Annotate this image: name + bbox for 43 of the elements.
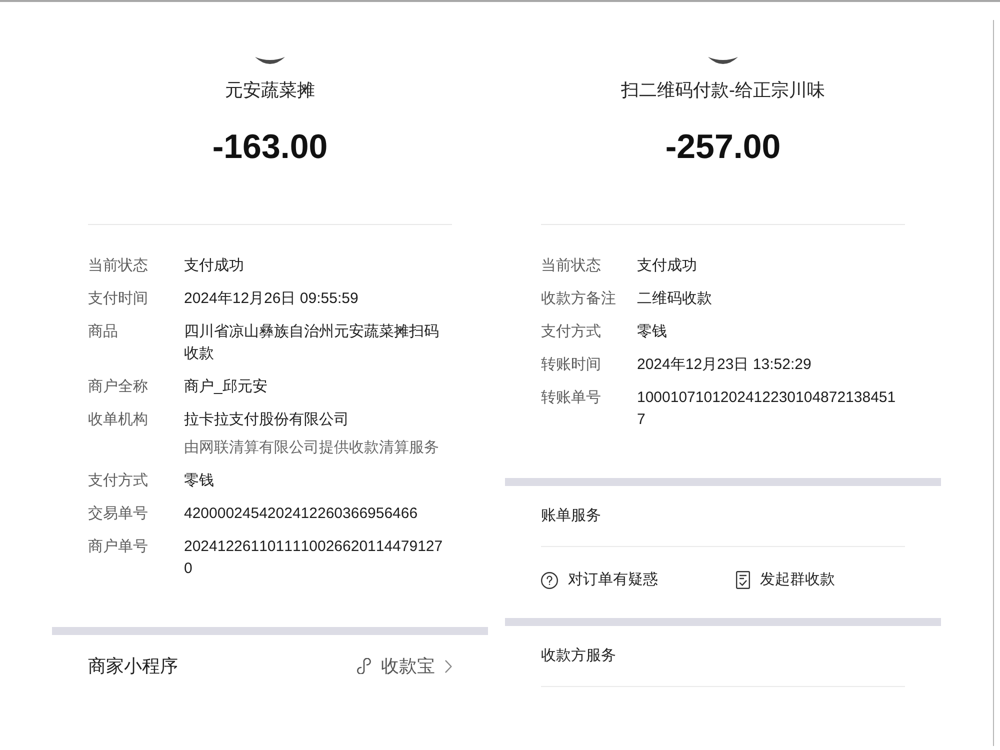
section-title: 收款方服务 (541, 646, 616, 666)
detail-value: 零钱 (184, 471, 214, 491)
detail-label: 收单机构 (88, 410, 148, 430)
detail-value: 四川省凉山彝族自治州元安蔬菜摊扫码收款 (184, 322, 440, 364)
amount: -257.00 (665, 127, 781, 167)
detail-label: 商品 (88, 322, 118, 342)
detail-label: 收款方备注 (541, 289, 616, 309)
detail-label: 交易单号 (88, 504, 148, 524)
crescent-icon (708, 57, 738, 64)
detail-value: 支付成功 (637, 256, 697, 276)
action-button[interactable]: 发起群收款 (736, 568, 835, 592)
detail-value: 2024年12月26日 09:55:59 (184, 289, 358, 309)
mini-program-link[interactable]: 收款宝 (357, 654, 452, 678)
detail-label: 支付时间 (88, 289, 148, 309)
section-title: 账单服务 (541, 506, 601, 526)
detail-value: 零钱 (637, 322, 667, 342)
detail-label: 支付方式 (88, 471, 148, 491)
detail-value: 10001071012024122301048721384517 (637, 388, 897, 430)
payee-title: 扫二维码付款-给正宗川味 (621, 79, 825, 102)
detail-value: 拉卡拉支付股份有限公司 (184, 410, 349, 430)
action-button[interactable]: 对订单有疑惑 (541, 568, 658, 592)
detail-value: 商户_邱元安 (184, 377, 268, 397)
section-title: 商家小程序 (88, 655, 178, 678)
detail-label: 当前状态 (88, 256, 148, 276)
chevron-right-icon (445, 660, 452, 672)
detail-label: 商户单号 (88, 537, 148, 557)
detail-label: 转账单号 (541, 388, 601, 408)
detail-value: 二维码收款 (637, 289, 712, 309)
amount: -163.00 (212, 127, 328, 167)
detail-value: 4200002454202412260366956466 (184, 504, 418, 524)
detail-note: 由网联清算有限公司提供收款清算服务 (184, 438, 439, 458)
detail-value: 20241226110111100266201144791270 (184, 537, 444, 579)
payee-title: 元安蔬菜摊 (225, 79, 315, 102)
s-loop-icon (357, 658, 371, 674)
document-check-icon (736, 571, 750, 589)
detail-label: 支付方式 (541, 322, 601, 342)
question-circle-icon (541, 572, 558, 588)
crescent-icon (255, 57, 285, 64)
detail-value: 支付成功 (184, 256, 244, 276)
detail-label: 商户全称 (88, 377, 148, 397)
detail-value: 2024年12月23日 13:52:29 (637, 355, 812, 375)
detail-label: 转账时间 (541, 355, 601, 375)
detail-label: 当前状态 (541, 256, 601, 276)
